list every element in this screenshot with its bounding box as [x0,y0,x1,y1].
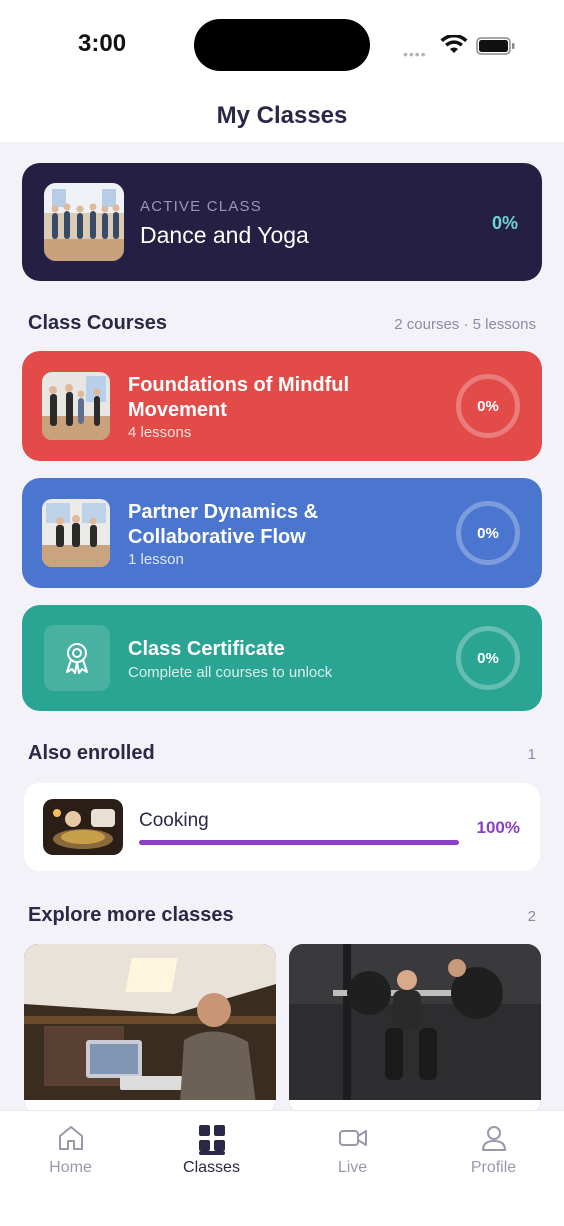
certificate-progress-label: 0% [477,649,499,667]
wifi-icon [440,35,468,53]
explore-card-image [289,944,541,1114]
enrolled-progress-fill [139,840,459,845]
explore-heading: Explore more classes [28,904,234,926]
tab-home[interactable]: Home [0,1111,141,1226]
grid-icon [198,1125,225,1151]
active-class-card[interactable]: ACTIVE CLASS Dance and Yoga 0% [22,163,542,281]
status-bar: 3:00 •••• [0,0,564,90]
enrolled-progress-bar [139,840,459,845]
also-enrolled-count: 1 [527,746,536,763]
tab-live-label: Live [337,1159,368,1176]
person-icon [481,1126,506,1151]
course-thumbnail [42,499,110,567]
signal-icon: •••• [403,46,427,62]
course-card-partner-dynamics[interactable]: Partner Dynamics & Collaborative Flow 1 … [22,478,542,588]
tab-live[interactable]: Live [282,1111,423,1226]
explore-count: 2 [527,908,536,925]
tab-home-label: Home [49,1159,92,1176]
explore-card-fitness[interactable] [289,944,541,1114]
tab-classes[interactable]: Classes [141,1111,282,1226]
course-progress-label: 0% [477,524,499,542]
video-icon [338,1130,367,1146]
enrolled-class-name: Cooking [139,810,209,831]
battery-icon [476,37,515,55]
award-icon [44,625,110,691]
course-lesson-count: 1 lesson [128,551,184,568]
bottom-tab-bar: Home Classes Live Profile [0,1110,564,1226]
active-class-name: Dance and Yoga [140,222,309,248]
dynamic-island [194,19,370,71]
page-header: My Classes [0,90,564,142]
active-class-thumbnail [44,183,124,261]
tab-classes-label: Classes [183,1159,240,1176]
course-progress-label: 0% [477,397,499,415]
tab-profile[interactable]: Profile [423,1111,564,1226]
course-title: Foundations of Mindful Movement [128,374,350,421]
home-icon [58,1126,83,1150]
also-enrolled-heading: Also enrolled [28,742,155,764]
active-tab-indicator [198,1151,225,1155]
status-time: 3:00 [78,30,127,57]
course-card-mindful-movement[interactable]: Foundations of Mindful Movement 4 lesson… [22,351,542,461]
active-class-eyebrow: ACTIVE CLASS [140,198,262,215]
class-certificate-card[interactable]: Class Certificate Complete all courses t… [22,605,542,711]
course-progress-ring: 0% [456,501,520,565]
course-progress-ring: 0% [456,374,520,438]
enrolled-progress-label: 100% [476,818,520,837]
course-title: Partner Dynamics & Collaborative Flow [128,501,319,548]
active-class-progress: 0% [491,213,518,233]
enrolled-class-thumbnail [43,799,123,855]
course-lesson-count: 4 lessons [128,424,192,441]
tab-profile-label: Profile [470,1159,517,1176]
enrolled-class-card-cooking[interactable]: Cooking 100% [24,783,540,871]
certificate-subtitle: Complete all courses to unlock [128,664,333,681]
certificate-title: Class Certificate [128,638,285,660]
course-thumbnail [42,372,110,440]
explore-card-music-production[interactable] [24,944,276,1114]
certificate-progress-ring: 0% [456,626,520,690]
page-title: My Classes [216,102,348,129]
class-courses-heading: Class Courses [28,312,167,334]
class-courses-meta: 2 courses · 5 lessons [394,316,536,333]
explore-card-image [24,944,276,1114]
